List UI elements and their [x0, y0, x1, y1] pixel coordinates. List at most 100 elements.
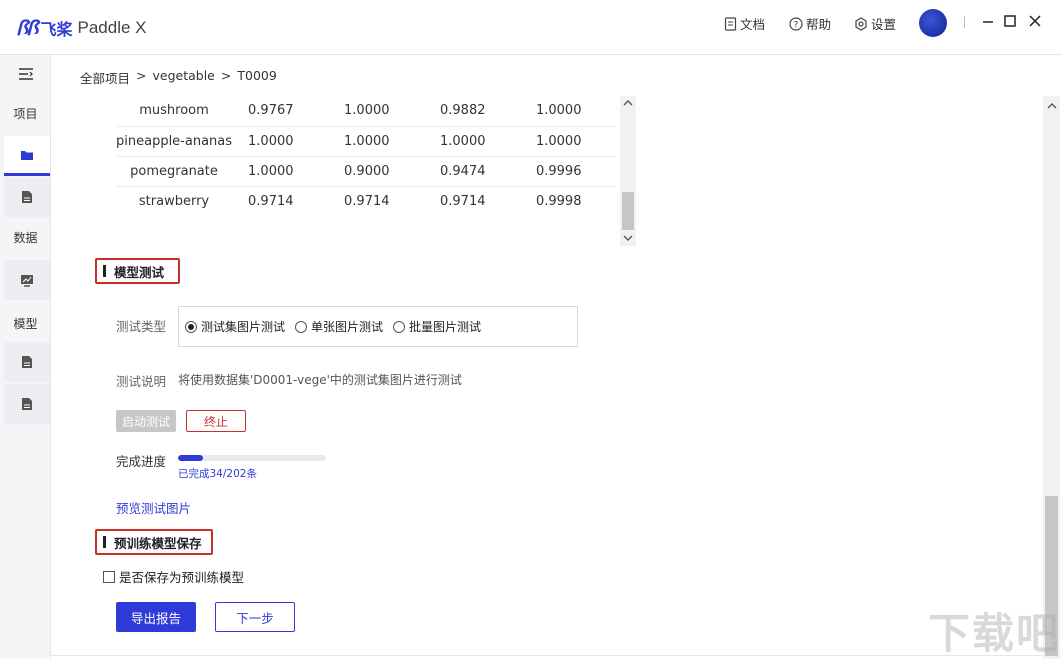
radio-label: 单张图片测试: [311, 320, 384, 334]
help-circle-icon: ?: [789, 16, 803, 31]
table-row: pomegranate 1.0000 0.9000 0.9474 0.9996: [116, 156, 616, 187]
table-scrollbar[interactable]: [620, 96, 636, 246]
metric-cell: 1.0000: [424, 126, 520, 157]
breadcrumb-all-projects[interactable]: 全部项目: [80, 68, 130, 87]
radio-label: 批量图片测试: [409, 320, 482, 334]
metric-cell: 0.9714: [328, 186, 424, 216]
radio-unselected-icon: [295, 320, 308, 333]
help-button[interactable]: ? 帮助: [789, 14, 831, 33]
sidebar-section-project: 项目: [0, 99, 51, 127]
content-bottom-border: [51, 655, 1043, 656]
preview-test-images-link[interactable]: 预览测试图片: [116, 498, 191, 517]
section-marker: [103, 536, 106, 548]
svg-text:?: ?: [794, 20, 799, 30]
sidebar-item-model-1[interactable]: [0, 342, 51, 382]
sidebar-model-label: 模型: [13, 316, 38, 331]
test-desc-text: 将使用数据集'D0001-vege'中的测试集图片进行测试: [178, 373, 462, 387]
class-name-cell: strawberry: [116, 186, 233, 216]
docs-button[interactable]: 文档: [724, 14, 765, 33]
help-label: 帮助: [806, 17, 832, 32]
sidebar-item-model-1-wrap: [4, 342, 50, 382]
metric-cell: 0.9000: [328, 156, 424, 187]
menu-collapse-icon: [18, 68, 33, 80]
breadcrumb: 全部项目 > vegetable > T0009: [80, 68, 277, 87]
site-watermark: 下载吧: [928, 609, 1061, 658]
progress-label: 完成进度: [116, 454, 167, 469]
settings-button[interactable]: 设置: [854, 14, 896, 33]
stop-test-button[interactable]: 终止: [186, 410, 246, 432]
metric-cell: 1.0000: [232, 156, 329, 187]
pretrain-save-section-header: 预训练模型保存: [95, 529, 213, 555]
close-button[interactable]: [1026, 12, 1044, 30]
paddlex-logo: ꟗꟗ 飞桨 Paddle X: [16, 14, 147, 41]
export-report-button[interactable]: 导出报告: [116, 602, 196, 632]
metric-cell: 0.9714: [232, 186, 329, 216]
metric-cell: 0.9998: [519, 186, 616, 216]
start-test-button[interactable]: 启动测试: [116, 410, 176, 432]
radio-single-image[interactable]: 单张图片测试: [295, 318, 383, 335]
maximize-button[interactable]: [1001, 12, 1019, 30]
page-scrollbar[interactable]: [1043, 96, 1060, 659]
progress-bar-fill: [178, 455, 203, 461]
metric-cell: 0.9714: [424, 186, 520, 216]
section-title: 预训练模型保存: [114, 535, 202, 551]
metric-cell: 1.0000: [328, 126, 424, 157]
metric-cell: 0.9767: [232, 96, 329, 127]
file-icon: [22, 356, 32, 368]
metric-cell: 0.9882: [424, 96, 520, 127]
model-test-section-header: 模型测试: [95, 258, 180, 284]
metric-cell: 1.0000: [328, 96, 424, 127]
save-pretrain-checkbox[interactable]: 是否保存为预训练模型: [103, 567, 244, 586]
close-icon: [1029, 15, 1041, 27]
gear-icon: [855, 16, 867, 31]
radio-batch-images[interactable]: 批量图片测试: [393, 318, 481, 335]
docs-label: 文档: [740, 17, 766, 32]
sidebar-toggle-button[interactable]: [0, 61, 51, 87]
sidebar-section-model: 模型: [0, 309, 51, 337]
scroll-up-icon[interactable]: [1047, 102, 1057, 110]
title-bar: ꟗꟗ 飞桨 Paddle X 文档 ? 帮助 设置: [0, 0, 1062, 55]
sidebar-item-model-2[interactable]: [0, 384, 51, 424]
chart-monitor-icon: [21, 274, 33, 287]
radio-testset[interactable]: 测试集图片测试: [185, 318, 285, 335]
sidebar-item-data[interactable]: [0, 260, 51, 300]
class-name-cell: pomegranate: [116, 156, 233, 187]
sidebar-section-data: 数据: [0, 223, 51, 251]
sidebar-item-data-wrap: [4, 260, 50, 300]
next-step-button[interactable]: 下一步: [215, 602, 295, 632]
file-icon: [22, 191, 32, 203]
progress-text: 已完成34/202条: [178, 468, 257, 480]
sidebar-item-project-file[interactable]: [0, 177, 51, 217]
table-scroll-thumb[interactable]: [622, 192, 634, 230]
class-name-cell: pineapple-ananas: [116, 126, 233, 157]
settings-label: 设置: [871, 17, 897, 32]
minimize-icon: [983, 21, 993, 23]
user-avatar[interactable]: [919, 9, 947, 37]
test-type-radio-group: 测试集图片测试 单张图片测试 批量图片测试: [178, 306, 578, 347]
checkbox-icon[interactable]: [103, 570, 115, 583]
scroll-down-icon[interactable]: [623, 234, 633, 242]
metric-cell: 1.0000: [519, 126, 616, 157]
class-name-cell: mushroom: [116, 96, 233, 127]
breadcrumb-project[interactable]: vegetable: [153, 68, 215, 87]
metric-cell: 0.9474: [424, 156, 520, 187]
section-marker: [103, 265, 106, 277]
table-row: strawberry 0.9714 0.9714 0.9714 0.9998: [116, 186, 616, 216]
maximize-icon: [1004, 15, 1016, 27]
metric-cell: 0.9996: [519, 156, 616, 187]
breadcrumb-task: T0009: [237, 68, 277, 83]
left-sidebar: 项目 数据 模型: [0, 55, 51, 659]
sidebar-project-label: 项目: [13, 106, 38, 121]
window-controls-divider: [964, 16, 965, 28]
checkbox-label: 是否保存为预训练模型: [119, 570, 245, 585]
metric-cell: 1.0000: [232, 126, 329, 157]
metric-cell: 1.0000: [519, 96, 616, 127]
minimize-button[interactable]: [979, 12, 997, 30]
sidebar-item-project-active[interactable]: [0, 135, 51, 177]
scroll-up-icon[interactable]: [623, 99, 633, 107]
breadcrumb-separator: >: [220, 68, 232, 83]
folder-icon: [21, 150, 33, 160]
progress-bar: [178, 455, 326, 461]
document-icon: [724, 16, 737, 31]
logo-cn-text: 飞桨: [40, 19, 73, 39]
